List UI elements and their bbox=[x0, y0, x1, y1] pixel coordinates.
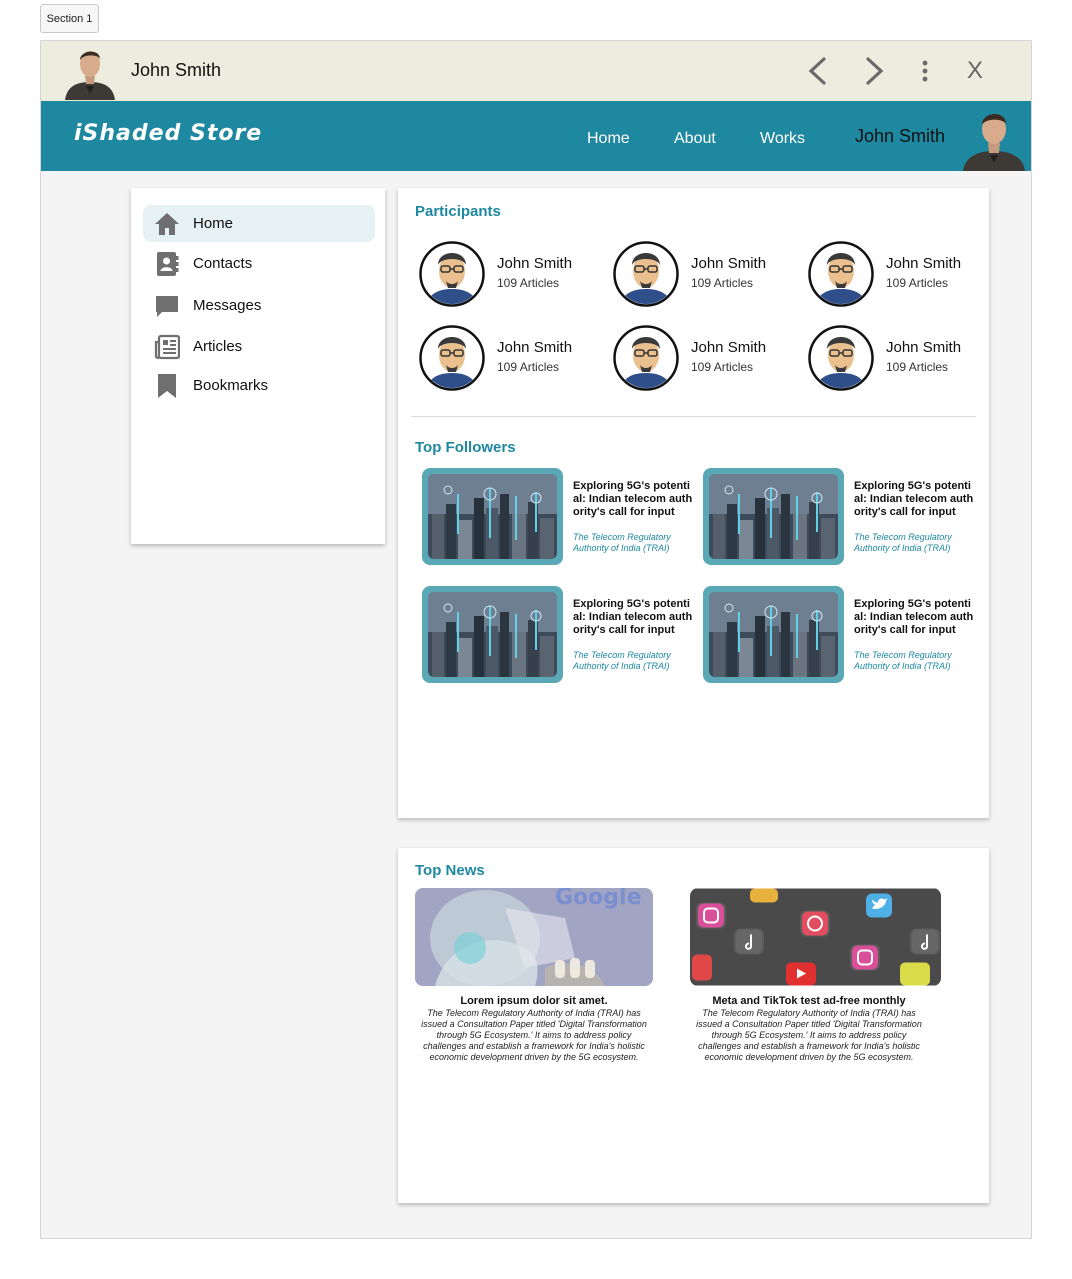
news-headline: Meta and TikTok test ad-free monthly bbox=[712, 995, 906, 1007]
participant-card[interactable]: John Smith 109 Articles bbox=[613, 325, 793, 393]
newspaper-icon bbox=[153, 333, 181, 361]
follower-headline: Exploring 5G's potential: Indian telecom… bbox=[573, 480, 693, 518]
participant-avatar bbox=[808, 325, 874, 391]
top-followers-heading: Top Followers bbox=[415, 439, 516, 456]
follower-thumbnail bbox=[703, 586, 844, 683]
nav-link-works[interactable]: Works bbox=[760, 130, 805, 148]
chevron-left-icon bbox=[808, 57, 826, 85]
top-news-heading: Top News bbox=[415, 862, 485, 879]
5g-city-image bbox=[709, 592, 838, 677]
section-divider bbox=[411, 416, 976, 417]
sidebar-item-bookmarks[interactable]: Bookmarks bbox=[143, 367, 375, 404]
follower-card[interactable]: Exploring 5G's potential: Indian telecom… bbox=[422, 586, 692, 686]
participant-avatar bbox=[808, 241, 874, 307]
tiktok-icon bbox=[736, 929, 762, 954]
participant-article-count: 109 Articles bbox=[497, 276, 560, 290]
participants-heading: Participants bbox=[415, 203, 501, 220]
sidebar-item-label: Articles bbox=[193, 338, 243, 355]
title-user-name: John Smith bbox=[131, 60, 222, 80]
google-logo-text: Google bbox=[555, 888, 642, 910]
participant-card[interactable]: John Smith 109 Articles bbox=[808, 241, 988, 309]
5g-city-image bbox=[428, 474, 557, 559]
participant-card[interactable]: John Smith 109 Articles bbox=[808, 325, 988, 393]
news-headline: Lorem ipsum dolor sit amet. bbox=[460, 995, 608, 1007]
follower-headline: Exploring 5G's potential: Indian telecom… bbox=[854, 598, 974, 636]
follower-headline: Exploring 5G's potential: Indian telecom… bbox=[854, 480, 974, 518]
instagram-icon bbox=[852, 945, 878, 970]
participant-name: John Smith bbox=[497, 255, 573, 272]
sidebar-item-label: Bookmarks bbox=[193, 377, 269, 394]
follower-source: The Telecom Regulatory Authority of Indi… bbox=[573, 532, 671, 553]
section-tag: Section 1 bbox=[40, 4, 99, 33]
pinterest-icon bbox=[802, 911, 828, 936]
back-button[interactable] bbox=[801, 55, 833, 87]
app-window: John Smith X iShaded Store Home About Wo… bbox=[40, 40, 1032, 1239]
participant-name: John Smith bbox=[886, 255, 962, 272]
message-icon bbox=[153, 292, 181, 320]
nav-link-home[interactable]: Home bbox=[587, 130, 630, 148]
news-image-social-apps bbox=[690, 888, 941, 986]
sidebar-item-label: Contacts bbox=[193, 255, 253, 272]
follower-thumbnail bbox=[422, 468, 563, 565]
5g-city-image bbox=[709, 474, 838, 559]
participant-avatar bbox=[419, 241, 485, 307]
sidebar-item-label: Messages bbox=[193, 297, 262, 314]
forward-button[interactable] bbox=[859, 55, 891, 87]
follower-card[interactable]: Exploring 5G's potential: Indian telecom… bbox=[422, 468, 692, 568]
participant-article-count: 109 Articles bbox=[691, 360, 754, 374]
follower-source: The Telecom Regulatory Authority of Indi… bbox=[854, 650, 952, 671]
brand-logo[interactable]: iShaded Store bbox=[74, 121, 262, 146]
news-image-robot: Google bbox=[415, 888, 653, 986]
participant-article-count: 109 Articles bbox=[497, 360, 560, 374]
more-vertical-icon bbox=[922, 60, 928, 82]
news-body: The Telecom Regulatory Authority of Indi… bbox=[696, 1008, 922, 1062]
participant-article-count: 109 Articles bbox=[886, 276, 949, 290]
main-panel: Participants John Smith 109 Articles John … bbox=[398, 188, 989, 818]
follower-card[interactable]: Exploring 5G's potential: Indian telecom… bbox=[703, 468, 973, 568]
top-navbar: iShaded Store Home About Works John Smit… bbox=[41, 101, 1031, 171]
more-options-button[interactable] bbox=[909, 55, 941, 87]
participant-name: John Smith bbox=[691, 255, 767, 272]
follower-source: The Telecom Regulatory Authority of Indi… bbox=[573, 650, 671, 671]
close-button[interactable]: X bbox=[959, 55, 991, 87]
follower-thumbnail bbox=[703, 468, 844, 565]
bookmark-icon bbox=[153, 372, 181, 400]
user-avatar bbox=[65, 51, 115, 100]
follower-card[interactable]: Exploring 5G's potential: Indian telecom… bbox=[703, 586, 973, 686]
sidebar-item-home[interactable]: Home bbox=[143, 205, 375, 242]
sidebar-item-messages[interactable]: Messages bbox=[143, 287, 375, 324]
title-bar: John Smith X bbox=[41, 41, 1031, 101]
5g-city-image bbox=[428, 592, 557, 677]
chevron-right-icon bbox=[866, 57, 884, 85]
follower-headline: Exploring 5G's potential: Indian telecom… bbox=[573, 598, 693, 636]
participant-card[interactable]: John Smith 109 Articles bbox=[419, 325, 599, 393]
participant-article-count: 109 Articles bbox=[886, 360, 949, 374]
contacts-icon bbox=[153, 250, 181, 278]
news-panel: Top News Google Lorem ipsum dolor sit am… bbox=[398, 848, 989, 1203]
nav-user-avatar[interactable] bbox=[957, 105, 1031, 171]
follower-thumbnail bbox=[422, 586, 563, 683]
tiktok-icon bbox=[912, 929, 938, 954]
participant-name: John Smith bbox=[497, 339, 573, 356]
participant-name: John Smith bbox=[691, 339, 767, 356]
sidebar-item-contacts[interactable]: Contacts bbox=[143, 245, 375, 282]
follower-source: The Telecom Regulatory Authority of Indi… bbox=[854, 532, 952, 553]
participant-article-count: 109 Articles bbox=[691, 276, 754, 290]
nav-user-name[interactable]: John Smith bbox=[855, 126, 945, 147]
home-icon bbox=[153, 210, 181, 238]
news-body: The Telecom Regulatory Authority of Indi… bbox=[421, 1008, 647, 1062]
participant-card[interactable]: John Smith 109 Articles bbox=[419, 241, 599, 309]
sidebar: Home Contacts Messages Articles Bookmark… bbox=[131, 188, 385, 544]
participant-avatar bbox=[613, 241, 679, 307]
participant-avatar bbox=[613, 325, 679, 391]
sidebar-item-label: Home bbox=[193, 215, 234, 232]
instagram-icon bbox=[698, 903, 724, 928]
participant-card[interactable]: John Smith 109 Articles bbox=[613, 241, 793, 309]
participant-avatar bbox=[419, 325, 485, 391]
sidebar-item-articles[interactable]: Articles bbox=[143, 328, 375, 365]
nav-link-about[interactable]: About bbox=[674, 130, 716, 148]
participant-name: John Smith bbox=[886, 339, 962, 356]
